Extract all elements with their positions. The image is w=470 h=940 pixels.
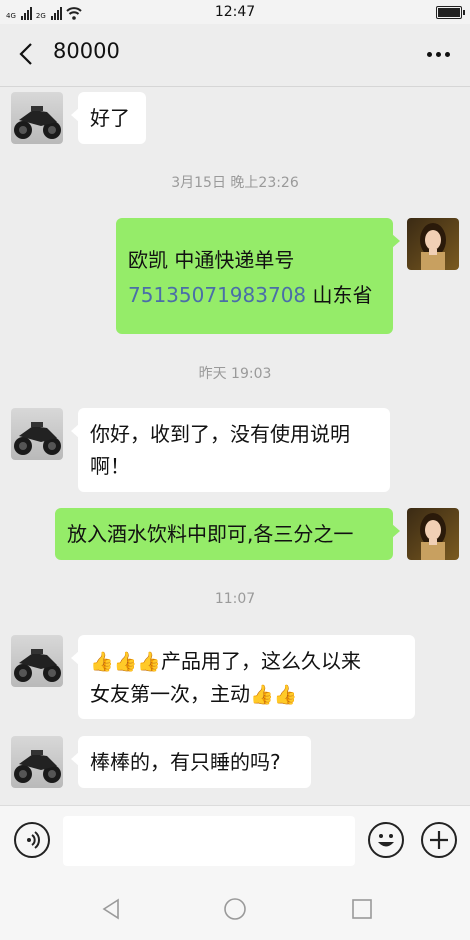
message-bubble-outgoing[interactable]: 放入酒水饮料中即可,各三分之一 xyxy=(55,508,400,560)
battery-icon xyxy=(436,6,465,19)
avatar-self[interactable] xyxy=(407,508,459,560)
message-text-line2: 啊！ xyxy=(90,454,130,478)
message-text: 放入酒水饮料中即可,各三分之一 xyxy=(67,522,354,546)
message-bubble-incoming[interactable]: 好了 xyxy=(71,92,146,144)
voice-icon[interactable] xyxy=(14,822,50,858)
message-text: 女友第一次，主动 xyxy=(90,682,250,706)
thumbs-up-emoji: 👍👍👍 xyxy=(90,651,161,673)
message-bubble-outgoing[interactable]: 欧凯 中通快递单号 75135071983708 山东省 xyxy=(116,218,400,334)
timestamp: 3月15日 晚上23:26 xyxy=(171,175,299,191)
timestamp: 11:07 xyxy=(214,591,256,607)
tracking-number-link[interactable]: 75135071983708 xyxy=(128,283,306,307)
message-bubble-incoming[interactable]: 你好，收到了，没有使用说明 啊！ xyxy=(71,408,390,492)
more-icon[interactable] xyxy=(420,36,456,72)
message-input[interactable] xyxy=(63,816,355,866)
avatar[interactable] xyxy=(11,408,63,460)
avatar[interactable] xyxy=(11,635,63,687)
message-text-line1: 👍👍👍产品用了，这么久以来 xyxy=(90,645,403,678)
back-arrow-icon[interactable] xyxy=(10,37,44,71)
nav-back-icon[interactable] xyxy=(99,897,123,921)
message-text-line2: 女友第一次，主动👍👍 xyxy=(90,678,403,711)
avatar[interactable] xyxy=(11,92,63,144)
system-nav-bar xyxy=(0,877,470,940)
message-text-suffix: 山东省 xyxy=(306,283,373,307)
message-text: 产品用了，这么久以来 xyxy=(160,649,361,673)
status-bar: 4G 2G 12:47 xyxy=(0,0,470,24)
message-bubble-incoming[interactable]: 👍👍👍产品用了，这么久以来 女友第一次，主动👍👍 xyxy=(71,635,415,719)
timestamp: 昨天 19:03 xyxy=(198,366,272,382)
input-bar xyxy=(0,805,470,878)
message-text: 好了 xyxy=(90,106,130,130)
avatar-self[interactable] xyxy=(407,218,459,270)
plus-icon[interactable] xyxy=(421,822,457,858)
clock: 12:47 xyxy=(214,4,256,20)
chat-header: 80000 xyxy=(0,24,470,87)
chat-title: 80000 xyxy=(53,39,120,63)
message-text: 棒棒的，有只睡的吗? xyxy=(90,750,281,774)
thumbs-up-emoji: 👍👍 xyxy=(250,684,298,706)
message-text: 你好，收到了，没有使用说明 xyxy=(90,422,350,446)
message-text-line2: 75135071983708 山东省 xyxy=(128,278,381,313)
nav-home-icon[interactable] xyxy=(223,897,247,921)
nav-recents-icon[interactable] xyxy=(350,897,374,921)
message-bubble-incoming[interactable]: 棒棒的，有只睡的吗? xyxy=(71,736,311,788)
avatar[interactable] xyxy=(11,736,63,788)
message-text: 欧凯 中通快递单号 xyxy=(128,248,295,272)
emoji-icon[interactable] xyxy=(368,822,404,858)
